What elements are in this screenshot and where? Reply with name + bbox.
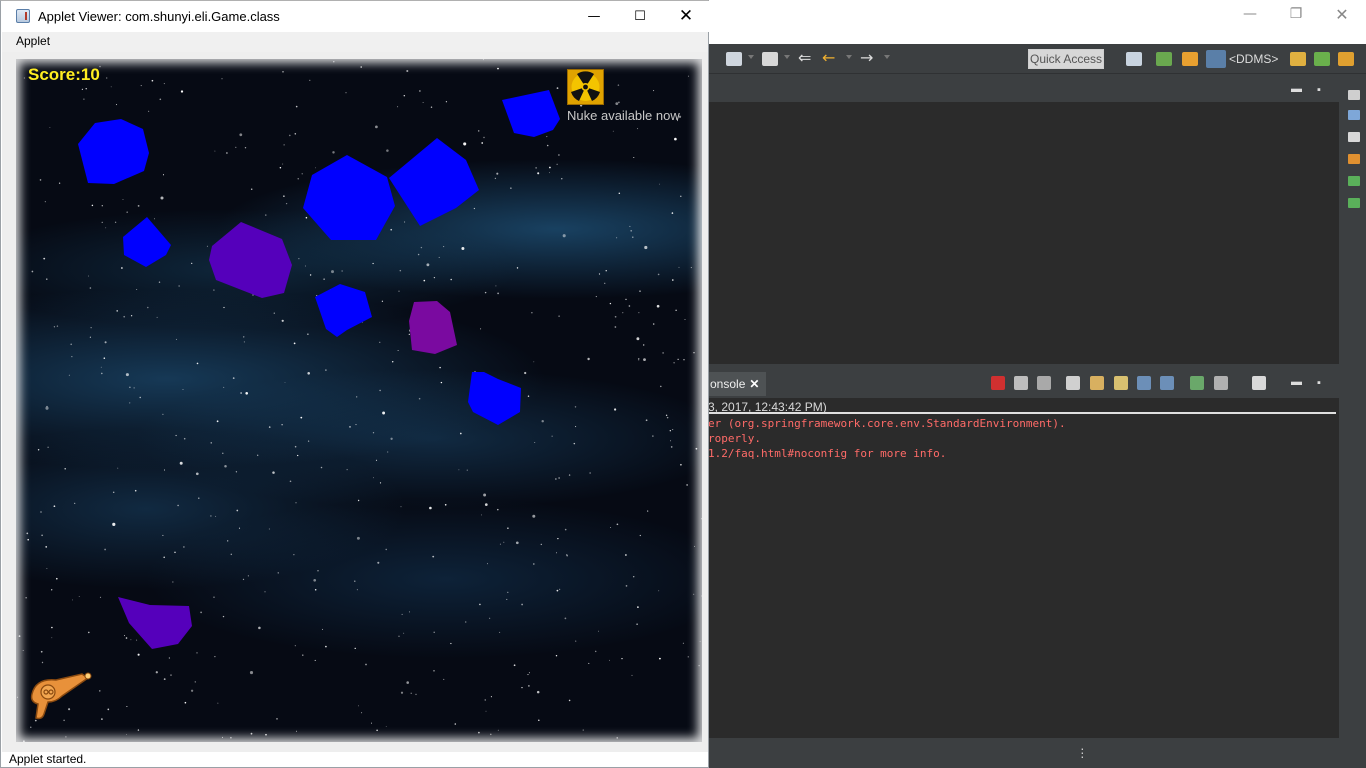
editor-minimize-button[interactable]: ▬	[1291, 84, 1302, 95]
show-stderr-icon[interactable]	[1160, 376, 1174, 390]
applet-status-text: Applet started.	[9, 752, 87, 766]
editor-maximize-button[interactable]: ▪	[1314, 85, 1324, 96]
console-line: roperly.	[708, 432, 761, 445]
debug-perspective-icon[interactable]	[1182, 52, 1198, 66]
remove-launch-icon[interactable]	[1014, 376, 1028, 390]
ray-gun-icon[interactable]	[26, 668, 96, 726]
editor-pane	[708, 102, 1339, 364]
word-wrap-icon[interactable]	[1114, 376, 1128, 390]
console-line: 1.2/faq.html#noconfig for more info.	[708, 447, 947, 460]
perspective-b-icon[interactable]	[1314, 52, 1330, 66]
forward-icon[interactable]: →	[860, 48, 873, 67]
asteroid[interactable]	[209, 222, 292, 298]
nuke-icon[interactable]	[567, 69, 604, 105]
tab-console[interactable]: onsole ✕	[708, 372, 766, 396]
grip-icon[interactable]: · · ·	[1080, 741, 1085, 763]
console-minimize-button[interactable]: ▬	[1291, 377, 1302, 388]
asteroid[interactable]	[409, 301, 457, 354]
asteroid[interactable]	[315, 284, 372, 337]
eclipse-minimize-button[interactable]: —	[1227, 0, 1273, 28]
pin-console-icon[interactable]	[1190, 376, 1204, 390]
quick-access-field[interactable]: Quick Access	[1028, 49, 1104, 69]
structure-icon[interactable]	[1348, 176, 1360, 186]
tree-icon[interactable]	[1348, 198, 1360, 208]
ddms-perspective-icon[interactable]	[1206, 50, 1226, 68]
eclipse-restore-button[interactable]: ❐	[1273, 0, 1319, 28]
maximize-button[interactable]: ☐	[617, 1, 663, 31]
hierarchy-icon[interactable]	[1348, 154, 1360, 164]
terminate-icon[interactable]	[991, 376, 1005, 390]
console-process-label: 3, 2017, 12:43:42 PM)	[708, 400, 1336, 414]
console-line: er (org.springframework.core.env.Standar…	[708, 417, 1066, 430]
minimize-button[interactable]: —	[571, 1, 617, 31]
eclipse-close-button[interactable]: ✕	[1319, 0, 1365, 28]
asteroid[interactable]	[78, 119, 149, 184]
perspective-a-icon[interactable]	[1290, 52, 1306, 66]
open-type-icon[interactable]	[762, 52, 778, 66]
back-edit-icon[interactable]: ⇐	[798, 48, 811, 67]
asteroid[interactable]	[123, 217, 171, 267]
back-icon[interactable]: ←	[822, 48, 835, 67]
remove-all-icon[interactable]	[1037, 376, 1051, 390]
open-console-icon[interactable]	[1252, 376, 1266, 390]
menu-applet[interactable]: Applet	[16, 34, 50, 48]
asteroid[interactable]	[389, 138, 479, 226]
game-canvas[interactable]: Score:10 Nuke available now	[16, 59, 702, 742]
back-dropdown-icon[interactable]	[846, 55, 852, 59]
applet-titlebar: Applet Viewer: com.shunyi.eli.Game.class…	[1, 1, 710, 32]
java-perspective-icon[interactable]	[1156, 52, 1172, 66]
nuke-status-label: Nuke available now	[567, 108, 680, 123]
new-file-icon[interactable]	[726, 52, 742, 66]
score-display: Score:10	[28, 65, 100, 84]
perspective-c-icon[interactable]	[1338, 52, 1354, 66]
status-bar	[708, 740, 1366, 768]
close-button[interactable]: ✕	[663, 1, 709, 31]
java-cup-icon	[16, 9, 30, 23]
asteroid[interactable]	[303, 155, 395, 240]
asteroid[interactable]	[502, 90, 560, 137]
display-console-icon[interactable]	[1214, 376, 1228, 390]
asteroid-field	[78, 90, 560, 649]
new-dropdown-icon[interactable]	[748, 55, 754, 59]
clear-console-icon[interactable]	[1066, 376, 1080, 390]
asteroid[interactable]	[118, 597, 192, 649]
show-stdout-icon[interactable]	[1137, 376, 1151, 390]
forward-dropdown-icon[interactable]	[884, 55, 890, 59]
ddms-perspective-label[interactable]: <DDMS>	[1229, 52, 1278, 66]
trim-restore-icon[interactable]	[1348, 90, 1360, 100]
close-icon[interactable]: ✕	[749, 377, 759, 391]
window-title: Applet Viewer: com.shunyi.eli.Game.class	[38, 9, 280, 24]
open-perspective-icon[interactable]	[1126, 52, 1142, 66]
open-dropdown-icon[interactable]	[784, 55, 790, 59]
radiation-icon	[571, 71, 600, 101]
scroll-lock-icon[interactable]	[1090, 376, 1104, 390]
asteroid[interactable]	[468, 372, 521, 425]
outline-icon[interactable]	[1348, 110, 1360, 120]
console-maximize-button[interactable]: ▪	[1314, 378, 1324, 389]
console-tab-label: onsole	[710, 377, 746, 391]
task-list-icon[interactable]	[1348, 132, 1360, 142]
applet-menubar: Applet	[2, 32, 708, 52]
